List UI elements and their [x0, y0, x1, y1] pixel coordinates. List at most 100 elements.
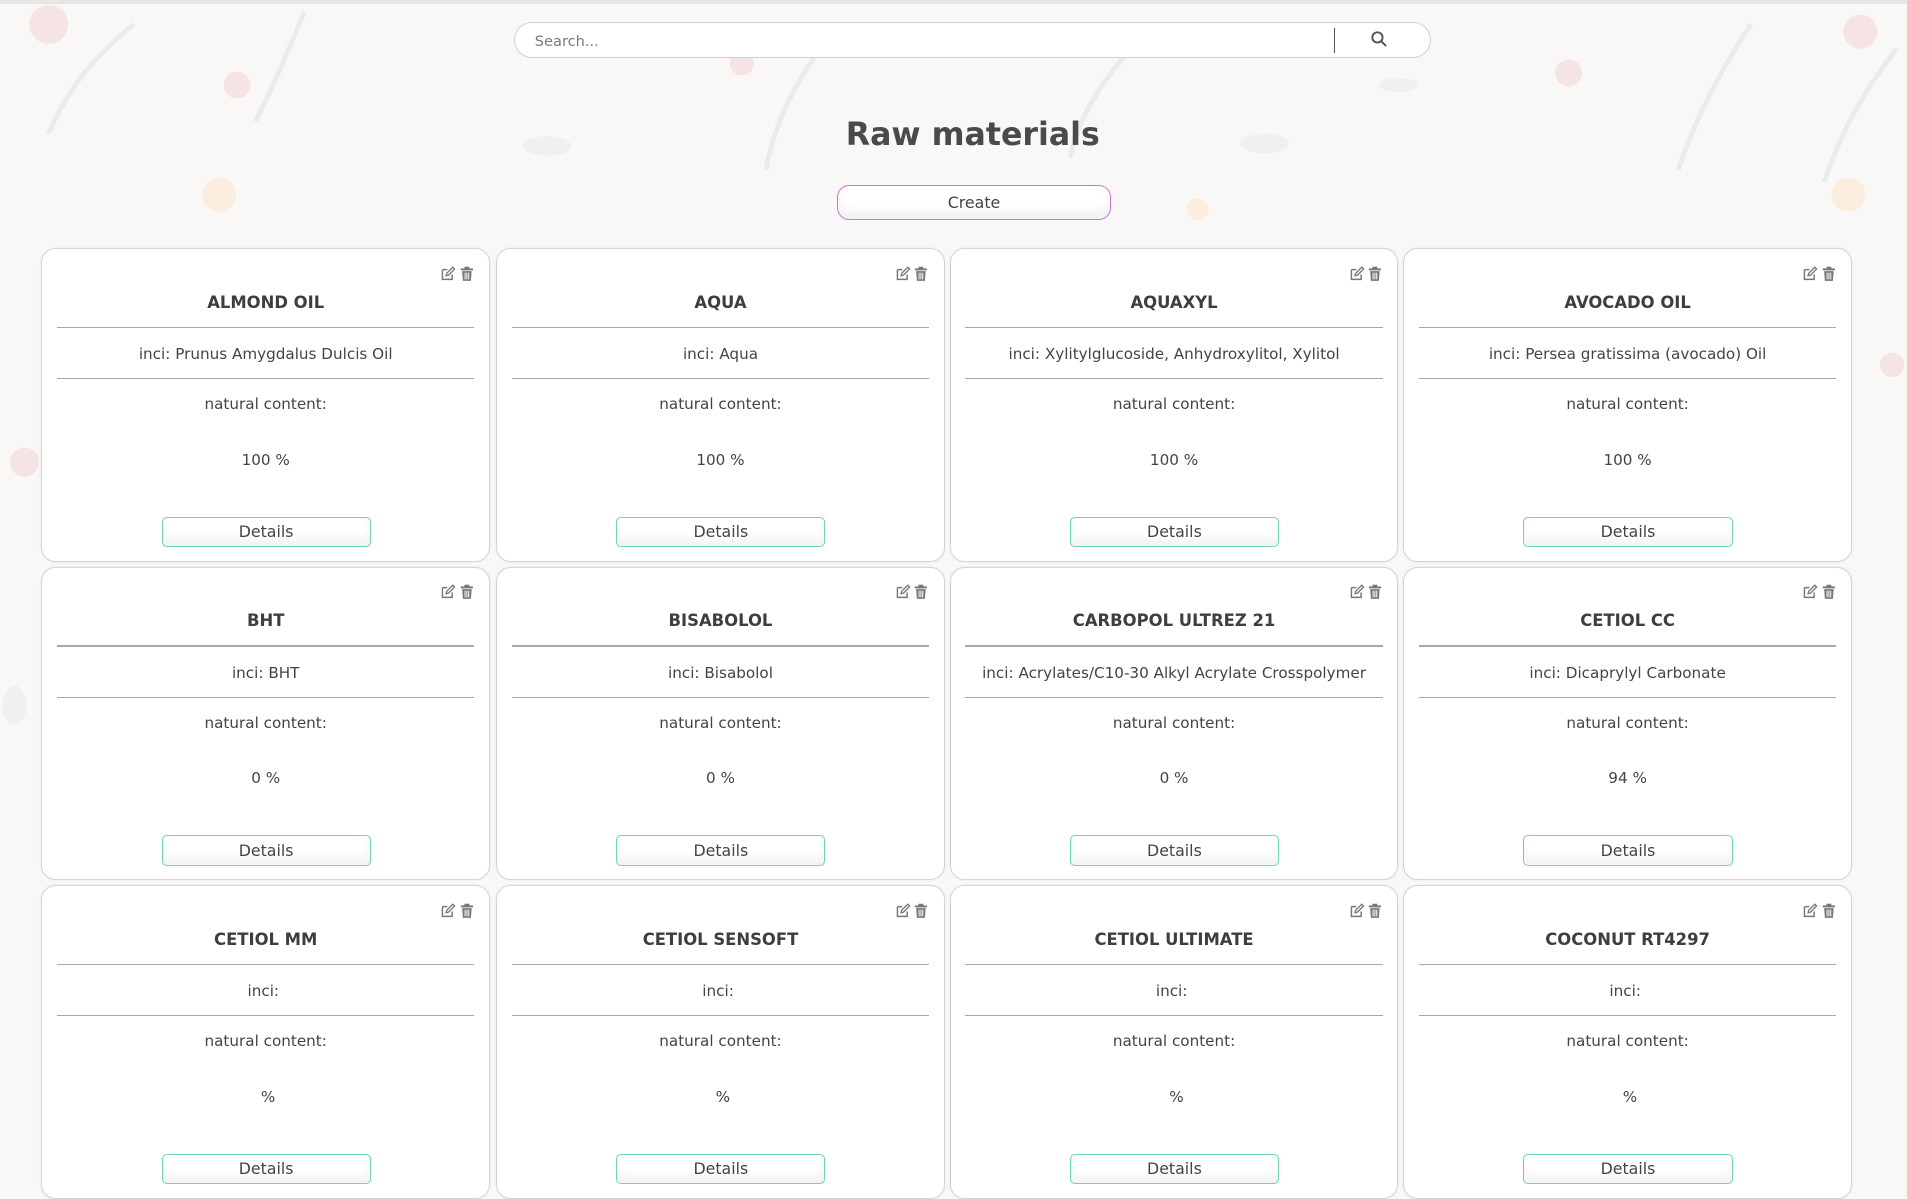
trash-icon[interactable]: [913, 901, 929, 918]
divider: [56, 964, 475, 966]
details-button[interactable]: Details: [1069, 516, 1279, 547]
trash-icon[interactable]: [913, 264, 929, 281]
divider: [1418, 645, 1837, 647]
card-actions: [1349, 264, 1383, 281]
edit-icon[interactable]: [1349, 264, 1365, 280]
natural-content-value: 100 %: [1404, 451, 1851, 469]
material-inci: inci: Dicaprylyl Carbonate: [1404, 664, 1851, 682]
trash-icon[interactable]: [1821, 264, 1837, 281]
material-name: COCONUT RT4297: [1545, 930, 1710, 949]
edit-icon[interactable]: [1802, 901, 1818, 918]
trash-icon[interactable]: [1821, 901, 1837, 918]
card-actions: [1802, 264, 1837, 281]
trash-icon[interactable]: [913, 582, 929, 600]
edit-icon[interactable]: [1802, 264, 1818, 280]
inci-value: Prunus Amygdalus Dulcis Oil: [175, 345, 393, 364]
edit-icon[interactable]: [1349, 901, 1365, 918]
details-button[interactable]: Details: [1069, 1153, 1279, 1185]
details-button[interactable]: Details: [616, 516, 826, 547]
details-button[interactable]: Details: [616, 835, 826, 866]
natural-content-number: 100: [241, 450, 271, 469]
natural-content-label: natural content:: [204, 394, 327, 413]
trash-icon[interactable]: [459, 901, 475, 918]
material-name: CETIOL ULTIMATE: [1094, 930, 1254, 949]
trash-icon[interactable]: [459, 264, 475, 281]
natural-content-number: 100: [1603, 450, 1633, 469]
trash-icon[interactable]: [1367, 582, 1383, 600]
material-name: AQUAXYL: [1130, 292, 1218, 312]
edit-icon[interactable]: [1802, 582, 1818, 599]
card-actions: [895, 264, 929, 281]
divider: [965, 1015, 1383, 1017]
edit-icon[interactable]: [895, 901, 911, 918]
material-name: CETIOL CC: [1580, 611, 1675, 631]
details-button[interactable]: Details: [161, 1153, 371, 1185]
inci-value: Xylitylglucoside, Anhydroxylitol, Xylito…: [1044, 345, 1340, 364]
card-actions: [440, 901, 475, 918]
percent-suffix: %: [256, 1088, 276, 1107]
divider: [56, 645, 475, 647]
inci-value: Bisabolol: [704, 663, 773, 682]
edit-icon[interactable]: [440, 264, 456, 280]
trash-icon[interactable]: [459, 582, 475, 600]
edit-icon[interactable]: [440, 901, 456, 918]
search-input[interactable]: [532, 28, 1328, 54]
material-card: CETIOL SENSOFT inci: natural content: % De…: [496, 885, 945, 1199]
edit-icon[interactable]: [895, 582, 911, 599]
divider: [56, 326, 475, 329]
details-button[interactable]: Details: [1523, 835, 1733, 866]
material-inci: inci: BHT: [42, 664, 489, 682]
divider: [511, 326, 930, 329]
percent-suffix: %: [1169, 769, 1189, 788]
inci-value: Aqua: [719, 345, 759, 364]
natural-content-number: 0: [1159, 769, 1170, 788]
divider: [56, 696, 475, 698]
natural-content-value: 0 %: [497, 769, 944, 787]
trash-icon[interactable]: [1821, 582, 1837, 600]
material-name: CARBOPOL ULTREZ 21: [1072, 611, 1276, 631]
card-actions: [1802, 901, 1837, 918]
details-button[interactable]: Details: [1523, 1153, 1733, 1185]
inci-prefix: inci:: [1008, 345, 1045, 364]
natural-content-label: natural content:: [1566, 1032, 1689, 1051]
natural-content-label: natural content:: [659, 1032, 782, 1051]
material-card: BISABOLOL inci: Bisabolol natural content:…: [496, 566, 945, 881]
natural-content-label: natural content:: [659, 394, 782, 413]
details-button[interactable]: Details: [161, 516, 371, 547]
material-inci: inci:: [1404, 982, 1851, 1000]
inci-value: BHT: [268, 663, 300, 682]
details-button[interactable]: Details: [616, 1153, 826, 1185]
natural-content-value: 100 %: [951, 451, 1398, 469]
natural-content-value: %: [42, 1088, 489, 1106]
search-button[interactable]: [1350, 23, 1411, 56]
inci-prefix: inci:: [1609, 982, 1646, 1001]
divider: [511, 377, 930, 380]
edit-icon[interactable]: [1349, 582, 1365, 599]
natural-content-label: natural content:: [204, 713, 327, 732]
inci-prefix: inci:: [668, 663, 705, 682]
divider: [56, 1015, 475, 1017]
create-button[interactable]: Create: [836, 184, 1112, 221]
natural-content-number: 100: [1149, 450, 1179, 469]
edit-icon[interactable]: [440, 582, 456, 599]
percent-suffix: %: [715, 769, 735, 788]
percent-suffix: %: [1164, 1088, 1184, 1107]
search-bar: [514, 21, 1432, 59]
inci-prefix: inci:: [231, 663, 269, 682]
material-card: AQUAXYL inci: Xylitylglucoside, Anhydroxy…: [949, 248, 1399, 562]
inci-value: Acrylates/C10-30 Alkyl Acrylate Crosspol…: [1018, 663, 1366, 682]
divider: [965, 696, 1383, 698]
material-inci: inci: Bisabolol: [497, 664, 944, 682]
details-button[interactable]: Details: [1523, 516, 1733, 547]
inci-prefix: inci:: [1155, 982, 1193, 1001]
edit-icon[interactable]: [895, 264, 911, 280]
trash-icon[interactable]: [1367, 264, 1383, 281]
trash-icon[interactable]: [1367, 901, 1383, 918]
inci-prefix: inci:: [682, 345, 720, 364]
percent-suffix: %: [1627, 769, 1647, 788]
search-icon: [1371, 31, 1387, 47]
details-button[interactable]: Details: [1069, 835, 1279, 866]
material-name: BHT: [246, 611, 285, 631]
natural-content-label: natural content:: [1112, 713, 1236, 732]
details-button[interactable]: Details: [161, 835, 371, 866]
